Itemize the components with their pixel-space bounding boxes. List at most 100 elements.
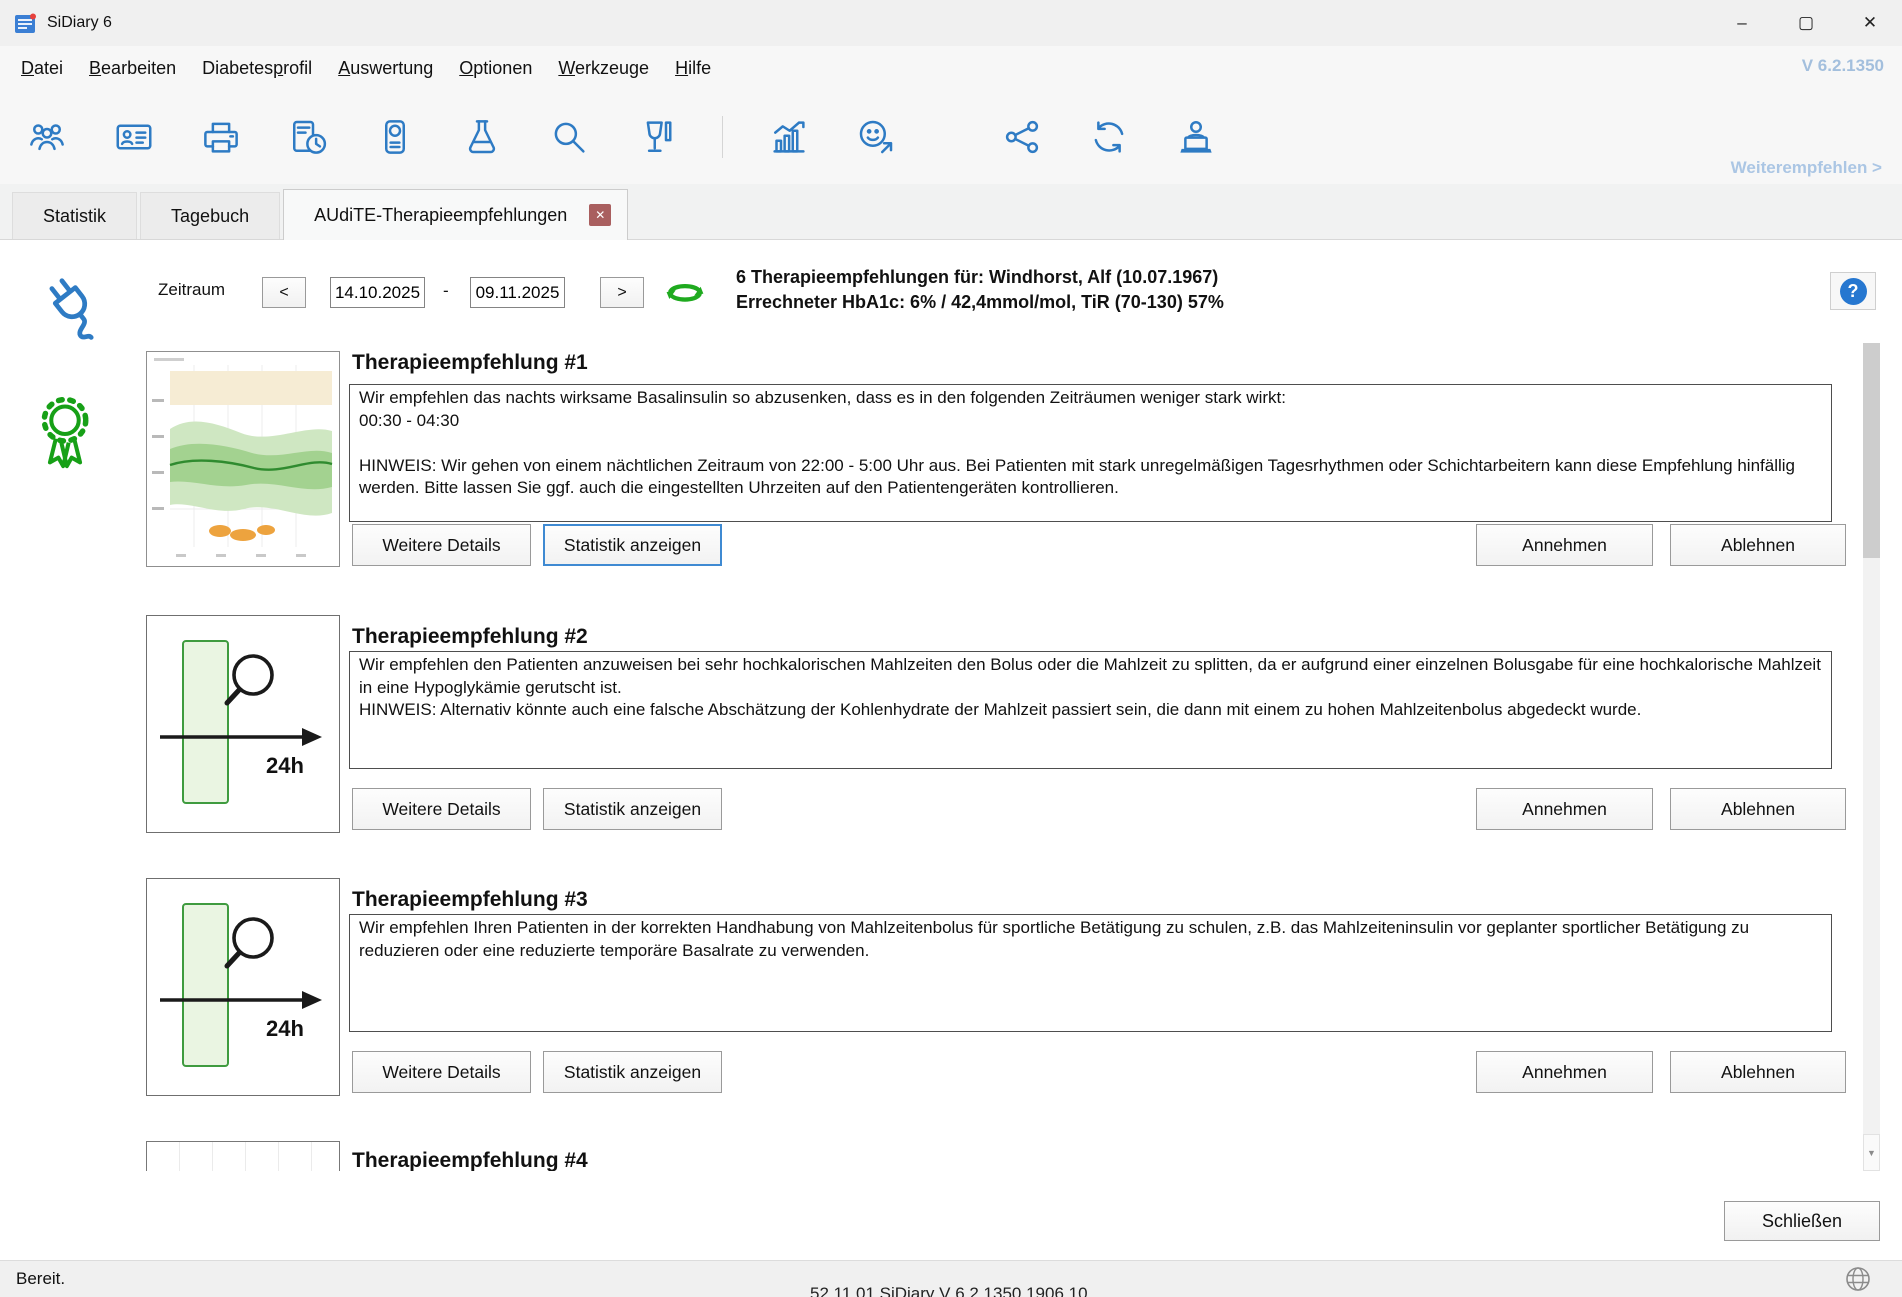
- printer-icon: [201, 117, 241, 157]
- contact-card-icon: [114, 117, 154, 157]
- recommendation-text: Wir empfehlen das nachts wirksame Basali…: [349, 384, 1832, 522]
- accept-button[interactable]: Annehmen: [1476, 524, 1653, 566]
- print-button[interactable]: [200, 116, 242, 158]
- thumbnail-24h-label: 24h: [266, 1016, 304, 1041]
- recommend-link[interactable]: Weiterempfehlen >: [1731, 158, 1882, 178]
- show-statistics-button[interactable]: Statistik anzeigen: [543, 1051, 722, 1093]
- details-button[interactable]: Weitere Details: [352, 1051, 531, 1093]
- date-range-separator: -: [443, 281, 449, 301]
- smiley-arrow-icon: [856, 117, 896, 157]
- decline-button[interactable]: Ablehnen: [1670, 1051, 1846, 1093]
- titlebar: SiDiary 6 – ▢ ✕: [0, 0, 1902, 46]
- lab-flask-icon: [462, 117, 502, 157]
- status-text: Bereit.: [16, 1269, 65, 1289]
- recommendation-summary: 6 Therapieempfehlungen für: Windhorst, A…: [736, 265, 1224, 315]
- recommendation-text: Wir empfehlen den Patienten anzuweisen b…: [349, 651, 1832, 769]
- sync-arrows-icon: [1089, 117, 1129, 157]
- tab-close-button[interactable]: ✕: [589, 204, 611, 226]
- summary-line-2: Errechneter HbA1c: 6% / 42,4mmol/mol, Ti…: [736, 290, 1224, 315]
- content-area: Zeitraum < - > 6 Therapieempfehlungen fü…: [0, 240, 1902, 1261]
- period-label: Zeitraum: [158, 280, 225, 300]
- menu-item-bearbeiten[interactable]: Bearbeiten: [76, 46, 189, 90]
- minimize-button[interactable]: –: [1710, 0, 1774, 46]
- help-icon: ?: [1840, 278, 1867, 305]
- close-dialog-button[interactable]: Schließen: [1724, 1201, 1880, 1241]
- card-title: Therapieempfehlung #2: [352, 625, 588, 649]
- scrollbar-down-button[interactable]: ▼: [1863, 1134, 1880, 1171]
- telemedicine-button[interactable]: [1175, 116, 1217, 158]
- show-statistics-button[interactable]: Statistik anzeigen: [543, 788, 722, 830]
- patient-profile-button[interactable]: [113, 116, 155, 158]
- clipped-thumbnail: [146, 1141, 340, 1171]
- recommendation-card-3: 24h Therapieempfehlung #3 Wir empfehlen …: [146, 878, 1846, 1096]
- search-button[interactable]: [548, 116, 590, 158]
- thumbnail-24h-label: 24h: [266, 753, 304, 778]
- menu-item-auswertung[interactable]: Auswertung: [325, 46, 446, 90]
- search-icon: [549, 117, 589, 157]
- glucose-meter-icon: [375, 117, 415, 157]
- menubar: Datei Bearbeiten Diabetesprofil Auswertu…: [0, 46, 1902, 90]
- show-statistics-button[interactable]: Statistik anzeigen: [543, 524, 722, 566]
- scrollbar-thumb[interactable]: [1863, 343, 1880, 558]
- users-icon: [27, 117, 67, 157]
- connection-plug-icon[interactable]: [26, 264, 118, 344]
- refresh-icon: [662, 276, 708, 310]
- tab-statistik[interactable]: Statistik: [12, 192, 137, 239]
- sync-button[interactable]: [1088, 116, 1130, 158]
- recommendation-card-1: Therapieempfehlung #1 Wir empfehlen das …: [146, 351, 1846, 569]
- share-button[interactable]: [1001, 116, 1043, 158]
- chevron-down-icon: ▼: [1867, 1148, 1876, 1158]
- statistics-icon: [769, 117, 809, 157]
- details-button[interactable]: Weitere Details: [352, 524, 531, 566]
- close-window-button[interactable]: ✕: [1838, 0, 1902, 46]
- statusbar: Bereit. 52 11 01 SiDiary V 6.2.1350 1906…: [0, 1260, 1902, 1297]
- lab-values-button[interactable]: [461, 116, 503, 158]
- glass-icon: [636, 117, 676, 157]
- daily-24h-thumbnail: 24h: [146, 615, 340, 833]
- menu-item-diabetesprofil[interactable]: Diabetesprofil: [189, 46, 325, 90]
- decline-button[interactable]: Ablehnen: [1670, 524, 1846, 566]
- drink-button[interactable]: [635, 116, 677, 158]
- patients-button[interactable]: [26, 116, 68, 158]
- share-network-icon: [1002, 117, 1042, 157]
- date-to-input[interactable]: [470, 277, 565, 308]
- tab-bar: Statistik Tagebuch AUdiTE-Therapieempfeh…: [0, 184, 1902, 240]
- maximize-button[interactable]: ▢: [1774, 0, 1838, 46]
- tab-audite-therapieempfehlungen[interactable]: AUdiTE-Therapieempfehlungen ✕: [283, 189, 628, 240]
- date-from-input[interactable]: [330, 277, 425, 308]
- menu-item-hilfe[interactable]: Hilfe: [662, 46, 724, 90]
- card-title: Therapieempfehlung #3: [352, 888, 588, 912]
- details-button[interactable]: Weitere Details: [352, 788, 531, 830]
- toolbar-separator: [722, 116, 723, 158]
- close-icon: ✕: [595, 208, 605, 222]
- device-time-button[interactable]: [287, 116, 329, 158]
- recommendation-text: Wir empfehlen Ihren Patienten in der kor…: [349, 914, 1832, 1032]
- daily-24h-thumbnail: 24h: [146, 878, 340, 1096]
- recommendation-list: Therapieempfehlung #1 Wir empfehlen das …: [0, 343, 1902, 1171]
- next-period-button[interactable]: >: [600, 277, 644, 308]
- clipped-status-text: 52 11 01 SiDiary V 6.2.1350 1906 10: [810, 1284, 1088, 1297]
- agp-chart-thumbnail: [146, 351, 340, 567]
- previous-period-button[interactable]: <: [262, 277, 306, 308]
- globe-icon: [1844, 1265, 1872, 1293]
- window-title: SiDiary 6: [47, 14, 112, 32]
- card-title: Therapieempfehlung #1: [352, 351, 588, 375]
- statistics-toolbar-button[interactable]: [768, 116, 810, 158]
- refresh-button[interactable]: [660, 273, 710, 313]
- sidiary-window: SiDiary 6 – ▢ ✕ Datei Bearbeiten Diabete…: [0, 0, 1902, 1297]
- decline-button[interactable]: Ablehnen: [1670, 788, 1846, 830]
- version-label: V 6.2.1350: [1802, 56, 1884, 76]
- help-button[interactable]: ?: [1830, 272, 1876, 310]
- menu-item-optionen[interactable]: Optionen: [446, 46, 545, 90]
- app-icon: [14, 12, 37, 35]
- accept-button[interactable]: Annehmen: [1476, 1051, 1653, 1093]
- feedback-button[interactable]: [855, 116, 897, 158]
- menu-item-werkzeuge[interactable]: Werkzeuge: [545, 46, 662, 90]
- tab-tagebuch[interactable]: Tagebuch: [140, 192, 280, 239]
- device-button[interactable]: [374, 116, 416, 158]
- scrollbar[interactable]: ▼: [1863, 343, 1880, 1171]
- recommendation-card-2: 24h Therapieempfehlung #2 Wir empfehlen …: [146, 615, 1846, 833]
- doctor-laptop-icon: [1176, 117, 1216, 157]
- menu-item-datei[interactable]: Datei: [8, 46, 76, 90]
- accept-button[interactable]: Annehmen: [1476, 788, 1653, 830]
